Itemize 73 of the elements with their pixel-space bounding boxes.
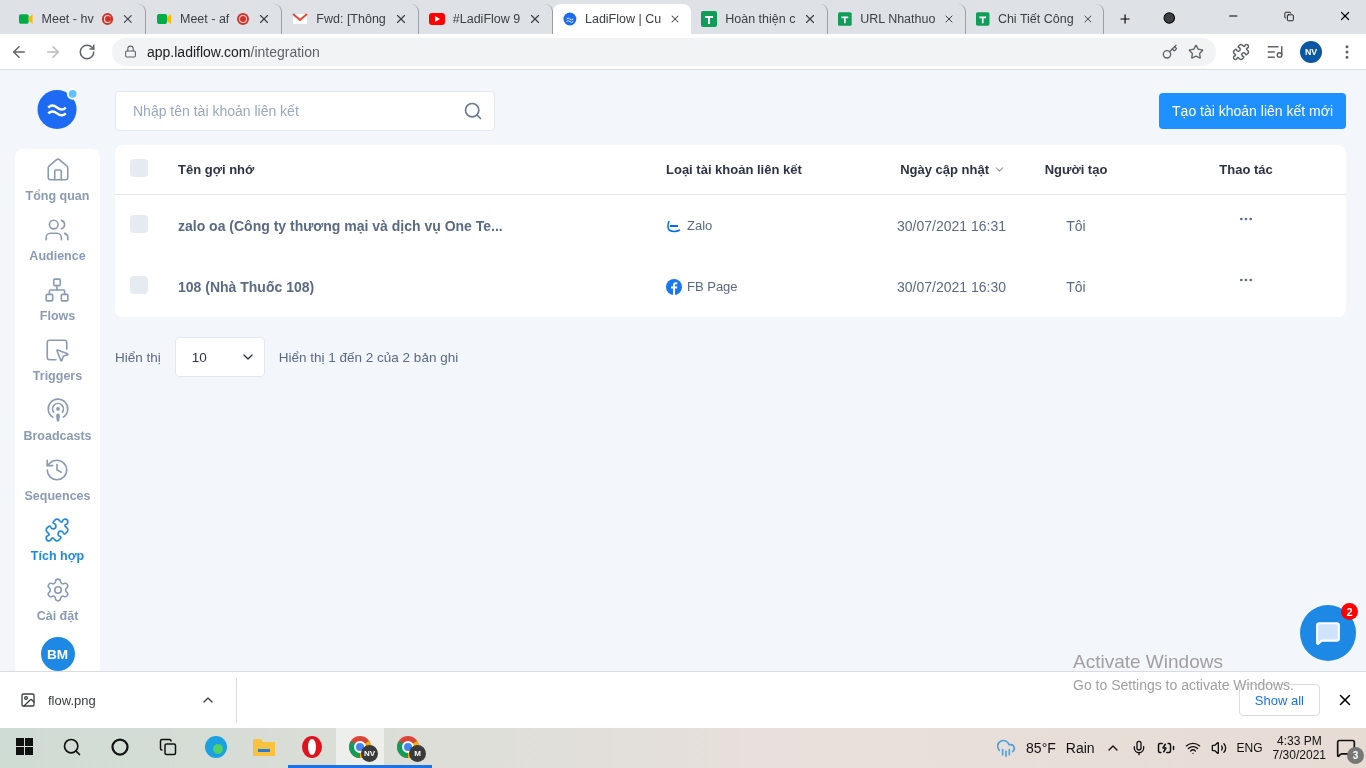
pagination-summary: Hiển thị 1 đến 2 của 2 bản ghi	[278, 349, 459, 365]
search-icon	[62, 736, 82, 757]
spreadsheet-icon	[838, 11, 853, 27]
sidebar-item[interactable]: Tích hợp	[30, 517, 85, 573]
temperature: 85°F	[1026, 740, 1056, 756]
dropdown-icon[interactable]	[1162, 10, 1176, 26]
row-checkbox[interactable]	[130, 215, 148, 233]
select-all-checkbox[interactable]	[130, 159, 148, 177]
cursor-icon	[44, 337, 71, 363]
restore-icon[interactable]	[1283, 10, 1294, 23]
activation-title: Activate Windows	[1073, 651, 1224, 673]
account-type: Zalo	[687, 218, 713, 233]
notification-count: 3	[1347, 747, 1364, 764]
key-icon[interactable]	[1162, 43, 1178, 60]
wifi-icon[interactable]	[1184, 740, 1201, 756]
table-cell-text: Tôi	[1065, 278, 1087, 295]
settings-icon	[44, 577, 71, 603]
reload-icon[interactable]	[78, 42, 96, 61]
page-size-label: Hiển thị	[115, 349, 161, 365]
table-cell-text: Tôi	[1065, 217, 1087, 234]
column-header: Thao tác	[1218, 162, 1274, 177]
chat-icon	[1315, 620, 1341, 646]
ring-logo-icon	[300, 734, 324, 759]
address-bar[interactable]: app.ladiflow.com/integration	[112, 37, 1216, 66]
notifications-icon[interactable]	[1336, 738, 1356, 758]
image-file-icon	[20, 692, 36, 708]
clock[interactable]: 4:33 PM 7/30/2021	[1272, 734, 1326, 762]
envelope-icon	[292, 11, 309, 27]
profile-badge: NV	[361, 745, 378, 762]
account-type: FB Page	[687, 279, 738, 294]
search-field[interactable]: Nhập tên tài khoản liên kết	[115, 91, 495, 131]
browser-tab[interactable]: LadiFlow | Cu	[553, 4, 692, 34]
broadcast-icon	[44, 397, 71, 423]
close-icon[interactable]	[121, 12, 135, 26]
lock-icon	[124, 45, 137, 58]
download-item[interactable]: flow.png	[0, 677, 237, 723]
circle-icon	[111, 737, 129, 756]
weather-label: Rain	[1065, 740, 1095, 756]
row-checkbox[interactable]	[130, 276, 148, 294]
puzzle-icon[interactable]	[1232, 42, 1250, 61]
hierarchy-icon	[44, 277, 71, 303]
notification-badge: 2	[1341, 603, 1358, 620]
people-icon	[44, 217, 71, 243]
column-header[interactable]: Ngày cập nhật	[856, 162, 1006, 177]
video-camera-icon	[156, 11, 172, 27]
volume-icon[interactable]	[1210, 740, 1227, 756]
column-header: Người tạo	[1043, 162, 1109, 177]
video-camera-icon	[18, 11, 34, 27]
puzzle-icon	[44, 517, 71, 543]
facebook-icon	[666, 278, 682, 295]
table-cell-text: 30/07/2021 16:31	[896, 217, 1006, 234]
chat-button[interactable]: 2	[1300, 605, 1356, 661]
table-cell-text: 108 (Nhà Thuốc 108)	[178, 278, 316, 295]
table-cell-text: zalo oa (Công ty thương mại và dịch vụ One Te...	[178, 217, 504, 234]
language-indicator[interactable]: ENG	[1236, 741, 1263, 755]
search-icon[interactable]	[463, 101, 483, 121]
column-header: Loại tài khoản liên kết	[666, 162, 803, 177]
profile-avatar[interactable]: NV	[1300, 40, 1322, 63]
taskbar-app[interactable]: M	[384, 728, 432, 768]
spreadsheet-icon	[976, 11, 990, 27]
play-icon	[428, 13, 445, 25]
profile-badge: M	[409, 745, 426, 762]
house-icon	[44, 157, 71, 183]
taskbar-app[interactable]: NV	[336, 728, 384, 768]
task-view-icon	[159, 737, 177, 756]
column-header: Tên gợi nhớ	[178, 162, 256, 177]
star-icon[interactable]	[1188, 43, 1204, 60]
table-cell-text: 30/07/2021 16:30	[896, 278, 1006, 295]
windows-logo-icon	[15, 738, 33, 755]
folder-icon	[252, 736, 276, 757]
spreadsheet-icon	[701, 11, 718, 27]
page-size-select[interactable]: 10	[174, 337, 265, 377]
user-avatar[interactable]: BM	[40, 637, 75, 671]
